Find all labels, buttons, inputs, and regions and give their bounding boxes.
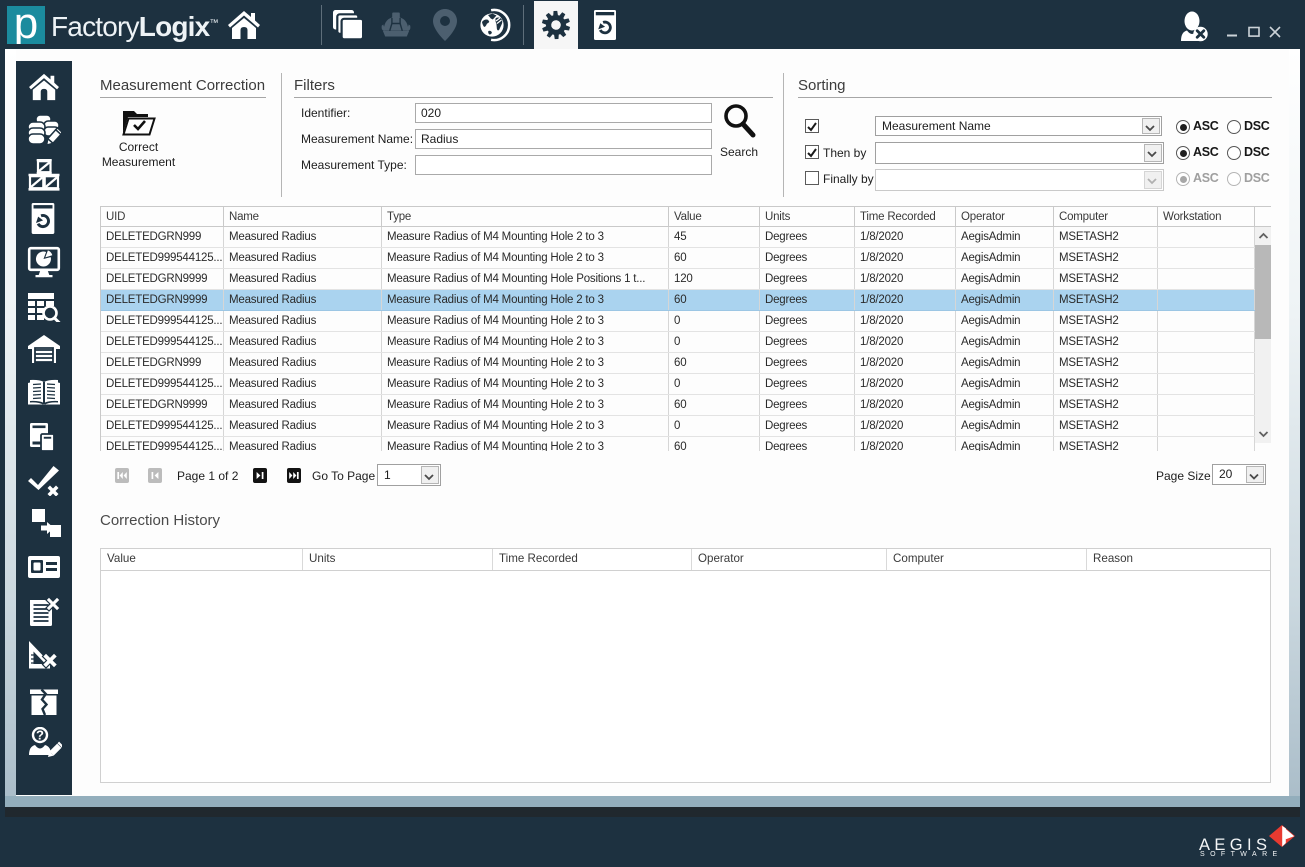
svg-text:?: ? <box>36 728 44 743</box>
